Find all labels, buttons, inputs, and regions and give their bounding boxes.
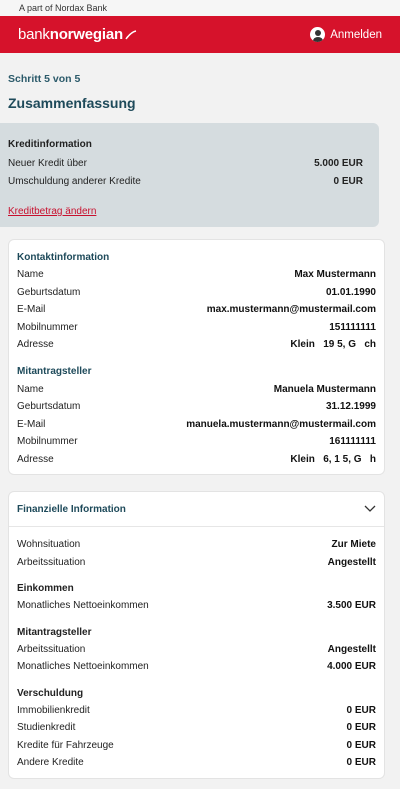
bank-norwegian-logo[interactable]: bank norwegian: [18, 26, 137, 43]
page-title: Zusammenfassung: [8, 95, 136, 111]
contact-row-birthdate: Geburtsdatum 01.01.1990: [17, 284, 376, 302]
row-label: Geburtsdatum: [17, 286, 81, 298]
row-label: E-Mail: [17, 418, 46, 430]
row-value: Angestellt: [327, 556, 376, 568]
logo-bank-text: bank: [18, 26, 50, 43]
nordax-banner: A part of Nordax Bank: [0, 0, 400, 16]
coapplicant-row-address: Adresse Klein 6, 1 5, G h: [17, 451, 376, 469]
row-label: Kredite für Fahrzeuge: [17, 739, 114, 751]
kredit-summary-panel: Kreditinformation Neuer Kredit über 5.00…: [0, 123, 379, 227]
row-label: Geburtsdatum: [17, 401, 81, 413]
row-value: max.mustermann@mustermail.com: [206, 304, 376, 316]
logo-name-text: norwegian: [49, 26, 123, 43]
row-label: Monatliches Nettoeinkommen: [17, 600, 149, 612]
financial-card: Finanzielle Information Wohnsituation Zur…: [8, 491, 385, 779]
financial-row-housing: Wohnsituation Zur Miete: [17, 536, 376, 554]
row-value: 01.01.1990: [325, 286, 376, 298]
contact-heading: Kontaktinformation: [17, 251, 110, 263]
kredit-row: Umschuldung anderer Kredite 0 EUR: [8, 173, 371, 191]
row-value: 3.500 EUR: [327, 600, 376, 612]
contact-row-mobile: Mobilnummer 151111111: [17, 319, 376, 337]
login-button[interactable]: Anmelden: [310, 27, 382, 42]
row-label: Mobilnummer: [17, 321, 78, 333]
coapplicant-heading: Mitantragsteller: [17, 366, 92, 377]
coapplicant-row-mobile: Mobilnummer 161111111: [17, 433, 376, 451]
debt-heading: Verschuldung: [17, 687, 84, 699]
row-value: 0 EUR: [346, 739, 376, 751]
row-label: Umschuldung anderer Kredite: [8, 175, 141, 187]
row-label: E-Mail: [17, 304, 46, 316]
row-value: 4.000 EUR: [327, 661, 376, 673]
row-value: 161111111: [329, 436, 376, 448]
header-bar: bank norwegian Anmelden: [0, 16, 400, 53]
kredit-heading: Kreditinformation: [8, 139, 92, 150]
row-value: Klein 19 5, G ch: [290, 339, 376, 351]
row-value: Manuela Mustermann: [273, 383, 376, 395]
coapplicant-row-name: Name Manuela Mustermann: [17, 381, 376, 399]
row-label: Monatliches Nettoeinkommen: [17, 661, 149, 673]
income-heading: Einkommen: [17, 583, 74, 594]
contact-row-email: E-Mail max.mustermann@mustermail.com: [17, 301, 376, 319]
row-label: Neuer Kredit über: [8, 158, 87, 170]
coapplicant-row-birthdate: Geburtsdatum 31.12.1999: [17, 398, 376, 416]
row-label: Studienkredit: [17, 722, 76, 734]
coapplicant-row-net-income: Monatliches Nettoeinkommen 4.000 EUR: [17, 658, 376, 676]
coapplicant-row-email: E-Mail manuela.mustermann@mustermail.com: [17, 416, 376, 434]
row-value: 151111111: [329, 321, 376, 333]
debt-row-vehicle: Kredite für Fahrzeuge 0 EUR: [17, 737, 376, 755]
step-indicator: Schritt 5 von 5: [8, 73, 81, 85]
row-value: 0 EUR: [346, 722, 376, 734]
kredit-row: Neuer Kredit über 5.000 EUR: [8, 155, 371, 173]
contact-row-name: Name Max Mustermann: [17, 266, 376, 284]
row-label: Wohnsituation: [17, 539, 81, 551]
coapplicant-financial-heading: Mitantragsteller: [17, 626, 92, 638]
contact-row-address: Adresse Klein 19 5, G ch: [17, 336, 376, 354]
row-label: Andere Kredite: [17, 757, 84, 769]
chevron-down-icon[interactable]: [364, 505, 376, 513]
financial-header[interactable]: Finanzielle Information: [17, 492, 376, 526]
change-amount-link[interactable]: Kreditbetrag ändern: [8, 206, 371, 217]
user-icon: [310, 27, 326, 42]
debt-row-other: Andere Kredite 0 EUR: [17, 754, 376, 772]
financial-heading: Finanzielle Information: [17, 503, 126, 515]
debt-row-mortgage: Immobilienkredit 0 EUR: [17, 702, 376, 720]
row-value: Max Mustermann: [294, 269, 376, 281]
logo-swoosh-icon: [125, 29, 137, 39]
row-value: 0 EUR: [346, 704, 376, 716]
row-value: 0 EUR: [346, 757, 376, 769]
row-value: Klein 6, 1 5, G h: [290, 453, 376, 465]
row-value: Angestellt: [327, 643, 376, 655]
row-label: Adresse: [17, 339, 54, 351]
income-row-net: Monatliches Nettoeinkommen 3.500 EUR: [17, 597, 376, 615]
coapplicant-row-employment: Arbeitssituation Angestellt: [17, 641, 376, 659]
financial-row-employment: Arbeitssituation Angestellt: [17, 554, 376, 572]
row-label: Name: [17, 269, 44, 281]
row-value: 0 EUR: [333, 175, 363, 187]
row-label: Arbeitssituation: [17, 556, 86, 568]
debt-row-student: Studienkredit 0 EUR: [17, 719, 376, 737]
row-value: 31.12.1999: [325, 401, 376, 413]
row-label: Adresse: [17, 453, 54, 465]
row-value: manuela.mustermann@mustermail.com: [186, 418, 376, 430]
login-label: Anmelden: [330, 28, 382, 41]
row-label: Immobilienkredit: [17, 704, 90, 716]
row-label: Mobilnummer: [17, 436, 78, 448]
row-label: Arbeitssituation: [17, 643, 86, 655]
row-value: 5.000 EUR: [314, 158, 363, 170]
contact-card: Kontaktinformation Name Max Mustermann Ge…: [8, 239, 385, 475]
row-value: Zur Miete: [331, 539, 376, 551]
row-label: Name: [17, 383, 44, 395]
